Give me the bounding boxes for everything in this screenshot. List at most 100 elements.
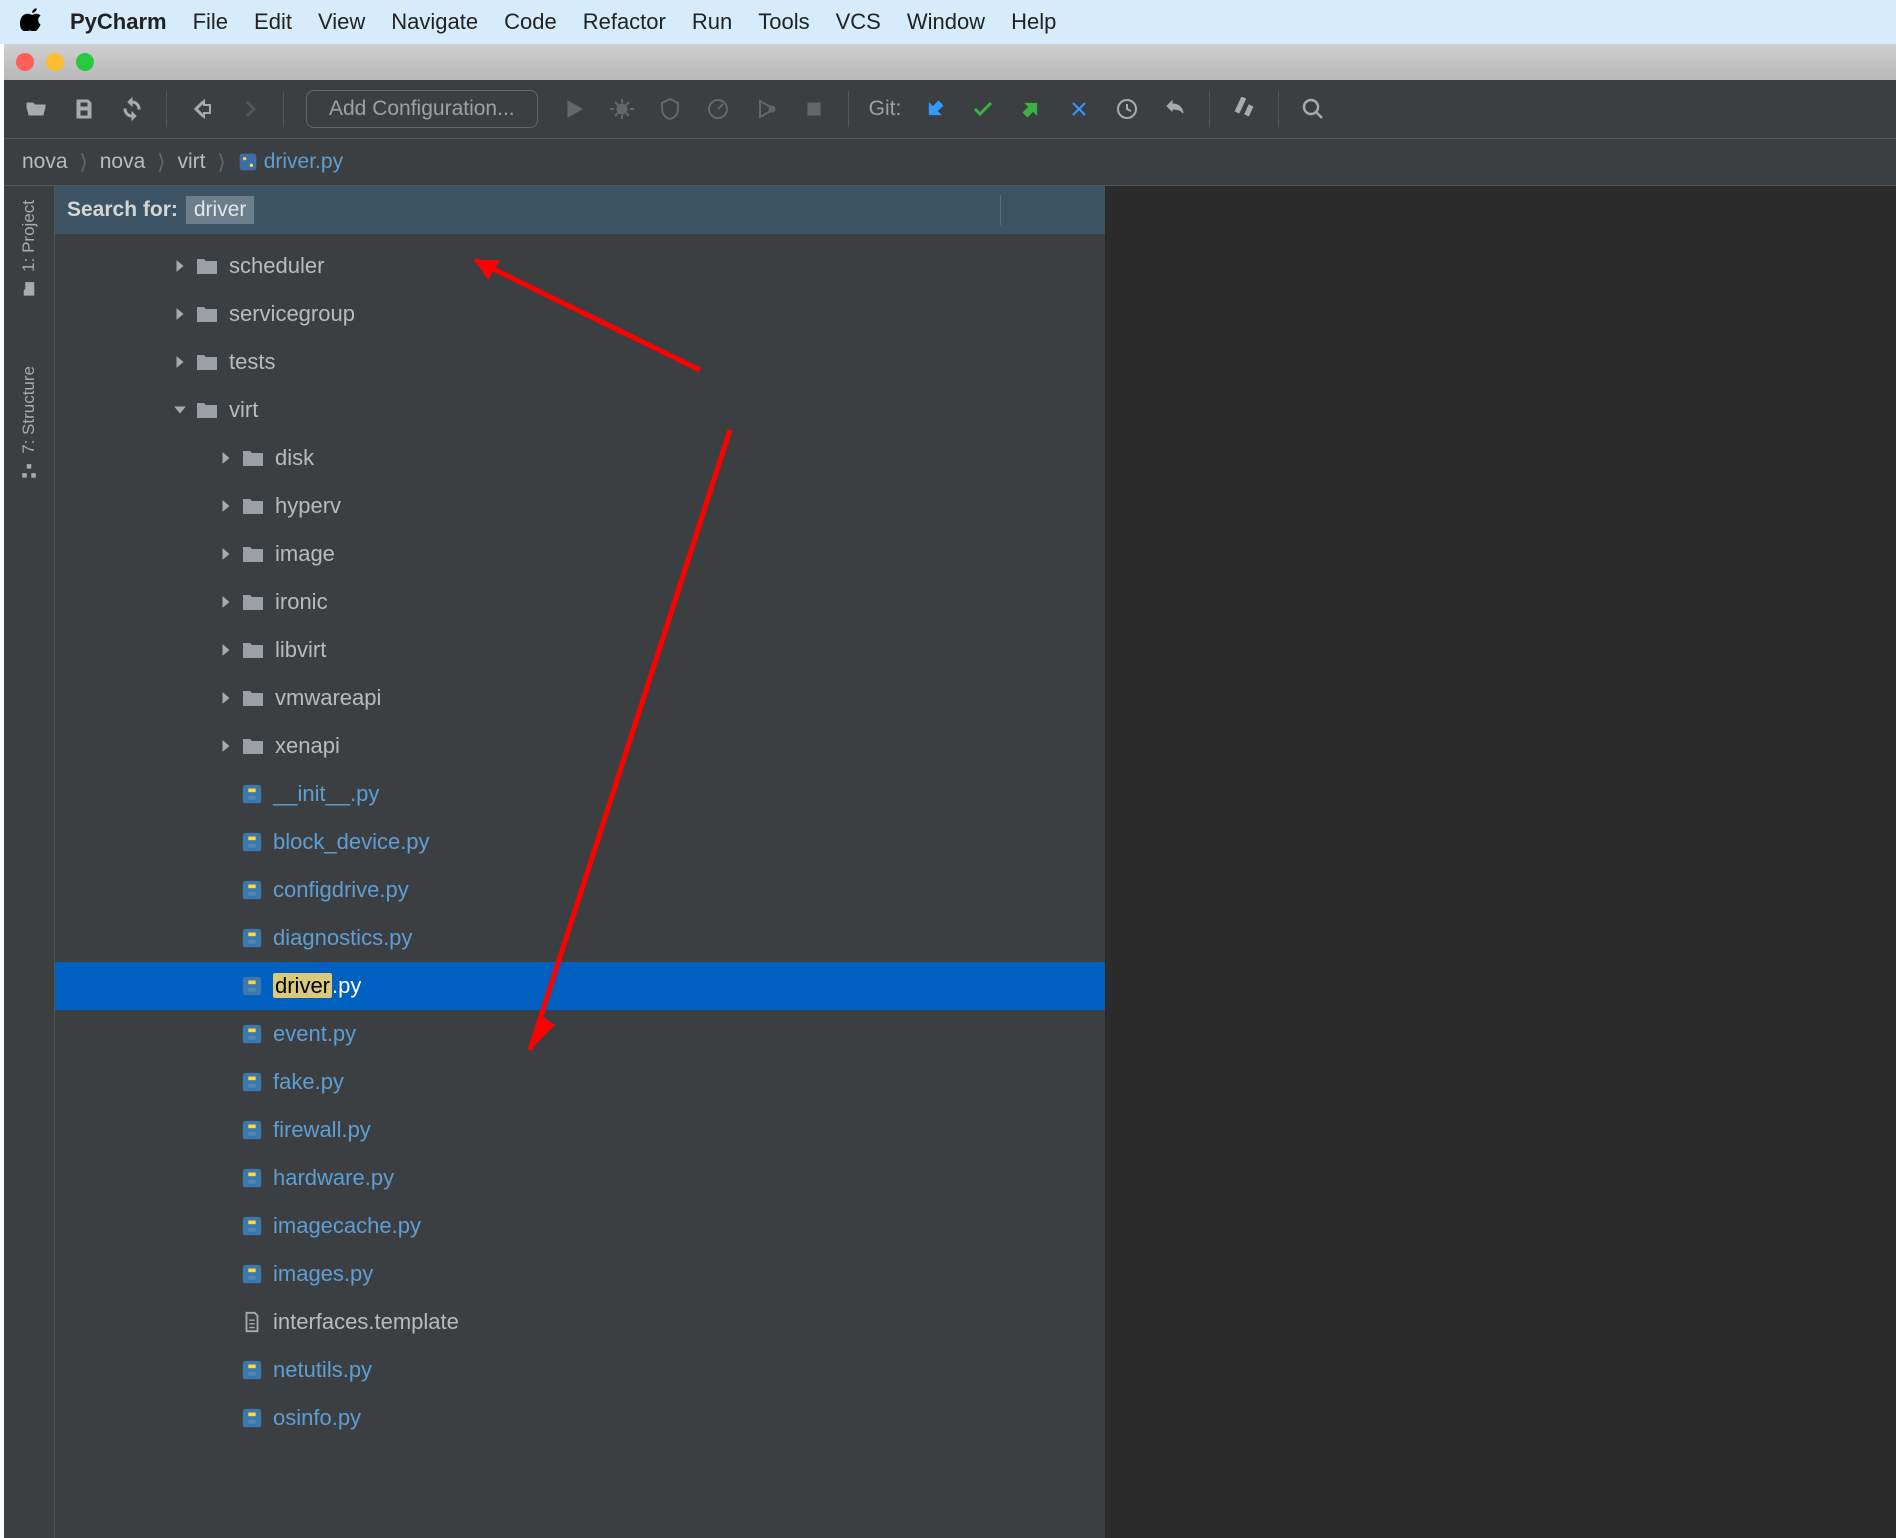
gear-icon[interactable] (1015, 192, 1051, 228)
tree-row[interactable]: event.py (55, 1010, 1105, 1058)
folder-label: libvirt (275, 637, 326, 663)
tree-row[interactable]: libvirt (55, 626, 1105, 674)
git-commit-icon[interactable] (963, 89, 1003, 129)
python-file-icon (241, 1023, 263, 1045)
tree-row[interactable]: fake.py (55, 1058, 1105, 1106)
apple-icon[interactable] (20, 7, 44, 37)
menu-edit[interactable]: Edit (254, 9, 292, 35)
chevron-right-icon[interactable] (211, 739, 241, 753)
search-icon[interactable] (1293, 89, 1333, 129)
editor-area[interactable] (1106, 186, 1896, 1538)
chevron-right-icon[interactable] (211, 595, 241, 609)
folder-icon (241, 688, 265, 708)
chevron-right-icon[interactable] (211, 547, 241, 561)
tree-row[interactable]: block_device.py (55, 818, 1105, 866)
tree-row[interactable]: xenapi (55, 722, 1105, 770)
tree-row[interactable]: scheduler (55, 242, 1105, 290)
open-icon[interactable] (16, 89, 56, 129)
select-opened-file-icon[interactable] (914, 192, 950, 228)
stop-icon[interactable] (794, 89, 834, 129)
chevron-right-icon[interactable] (165, 355, 195, 369)
tree-row[interactable]: ironic (55, 578, 1105, 626)
save-icon[interactable] (64, 89, 104, 129)
maximize-icon[interactable] (76, 53, 94, 71)
menu-vcs[interactable]: VCS (836, 9, 881, 35)
file-label: block_device.py (273, 829, 430, 855)
menu-navigate[interactable]: Navigate (391, 9, 478, 35)
project-panel: Search for: driver schedulerservicegroup… (55, 186, 1106, 1538)
folder-label: ironic (275, 589, 328, 615)
menu-view[interactable]: View (318, 9, 365, 35)
file-icon (241, 1311, 263, 1333)
tree-row[interactable]: virt (55, 386, 1105, 434)
search-label: Search for: (67, 198, 178, 222)
crumb-file[interactable]: driver.py (238, 150, 343, 174)
window-titlebar[interactable] (4, 44, 1896, 80)
sync-icon[interactable] (112, 89, 152, 129)
tree-row[interactable]: interfaces.template (55, 1298, 1105, 1346)
tree-row[interactable]: tests (55, 338, 1105, 386)
menu-window[interactable]: Window (907, 9, 985, 35)
undo-icon[interactable] (1155, 89, 1195, 129)
chevron-right-icon[interactable] (165, 259, 195, 273)
tree-row[interactable]: servicegroup (55, 290, 1105, 338)
crumb-item[interactable]: virt (178, 150, 206, 174)
forward-icon[interactable] (229, 89, 269, 129)
chevron-right-icon[interactable] (211, 499, 241, 513)
project-tab[interactable]: 1: Project (19, 186, 39, 312)
tree-row[interactable]: images.py (55, 1250, 1105, 1298)
tree-row[interactable]: hardware.py (55, 1154, 1105, 1202)
menu-code[interactable]: Code (504, 9, 557, 35)
tree-row[interactable]: netutils.py (55, 1346, 1105, 1394)
crumb-item[interactable]: nova (100, 150, 146, 174)
run-icon[interactable] (554, 89, 594, 129)
tree-row[interactable]: vmwareapi (55, 674, 1105, 722)
chevron-right-icon[interactable] (211, 643, 241, 657)
tree-row[interactable]: driver.py (55, 962, 1105, 1010)
structure-tab[interactable]: 7: Structure (19, 352, 39, 494)
run-config-button[interactable]: Add Configuration... (306, 90, 538, 128)
hide-icon[interactable] (1057, 192, 1093, 228)
crumb-item[interactable]: nova (22, 150, 68, 174)
tree-row[interactable]: __init__.py (55, 770, 1105, 818)
search-value[interactable]: driver (186, 196, 255, 224)
python-file-icon (241, 975, 263, 997)
tree-row[interactable]: configdrive.py (55, 866, 1105, 914)
coverage-icon[interactable] (650, 89, 690, 129)
tree-row[interactable]: hyperv (55, 482, 1105, 530)
tree-row[interactable]: image (55, 530, 1105, 578)
menu-tools[interactable]: Tools (758, 9, 809, 35)
settings-icon[interactable] (1224, 89, 1264, 129)
app-name[interactable]: PyCharm (70, 9, 167, 35)
menu-refactor[interactable]: Refactor (583, 9, 666, 35)
chevron-down-icon[interactable] (165, 403, 195, 417)
chevron-right-icon[interactable] (211, 451, 241, 465)
tree-row[interactable]: firewall.py (55, 1106, 1105, 1154)
git-update-icon[interactable] (915, 89, 955, 129)
tree-row[interactable]: imagecache.py (55, 1202, 1105, 1250)
menu-help[interactable]: Help (1011, 9, 1056, 35)
folder-label: disk (275, 445, 314, 471)
profile-icon[interactable] (698, 89, 738, 129)
close-icon[interactable] (16, 53, 34, 71)
chevron-right-icon[interactable] (211, 691, 241, 705)
back-icon[interactable] (181, 89, 221, 129)
attach-icon[interactable] (746, 89, 786, 129)
expand-all-icon[interactable] (956, 192, 992, 228)
chevron-right-icon[interactable] (165, 307, 195, 321)
debug-icon[interactable] (602, 89, 642, 129)
git-push-icon[interactable] (1011, 89, 1051, 129)
git-rollback-icon[interactable] (1059, 89, 1099, 129)
project-tree[interactable]: schedulerservicegrouptestsvirt disk hyperv… (55, 234, 1105, 1538)
python-file-icon (241, 1407, 263, 1429)
menu-file[interactable]: File (193, 9, 228, 35)
file-label: event.py (273, 1021, 356, 1047)
minimize-icon[interactable] (46, 53, 64, 71)
tree-row[interactable]: disk (55, 434, 1105, 482)
menu-run[interactable]: Run (692, 9, 732, 35)
history-icon[interactable] (1107, 89, 1147, 129)
tree-row[interactable]: diagnostics.py (55, 914, 1105, 962)
file-label: fake.py (273, 1069, 344, 1095)
tree-row[interactable]: osinfo.py (55, 1394, 1105, 1442)
folder-icon (195, 304, 219, 324)
